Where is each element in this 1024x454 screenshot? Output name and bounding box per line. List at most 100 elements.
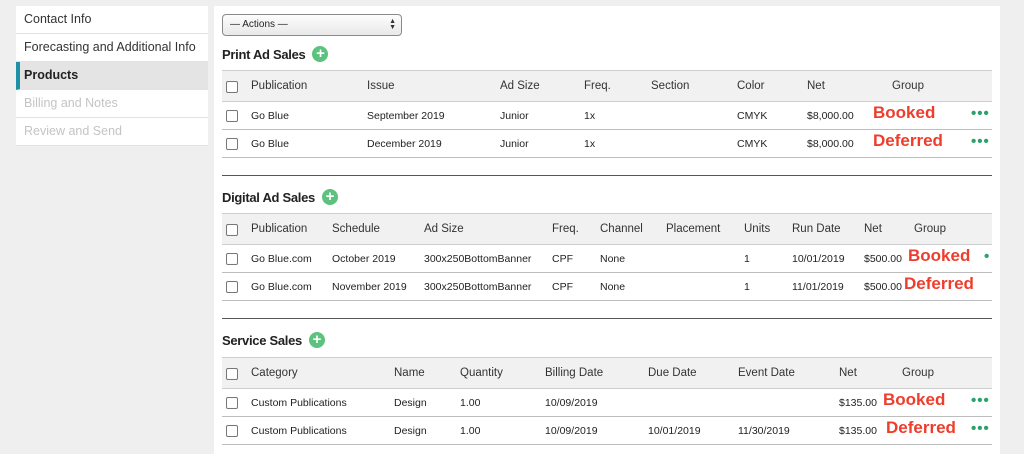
sidebar-item-forecasting[interactable]: Forecasting and Additional Info xyxy=(16,34,208,62)
service-section-header: Service Sales + xyxy=(222,332,325,348)
net-cell: $8,000.00 xyxy=(807,138,854,150)
sidebar-item-billing-notes: Billing and Notes xyxy=(16,90,208,118)
table-header: Publication Schedule Ad Size Freq. Chann… xyxy=(222,213,992,245)
ad-size-cell: Junior xyxy=(500,138,529,150)
quantity-cell: 1.00 xyxy=(460,397,481,409)
group-label: Deferred xyxy=(886,418,956,437)
billing-date-cell: 10/09/2019 xyxy=(545,397,598,409)
plus-circle-icon[interactable]: + xyxy=(321,189,338,205)
column-header: Category xyxy=(251,367,298,379)
row-checkbox[interactable] xyxy=(226,281,238,293)
service-section-title: Service Sales xyxy=(222,332,302,348)
issue-cell: September 2019 xyxy=(367,110,445,122)
select-all-checkbox[interactable] xyxy=(226,81,238,93)
net-cell: $500.00 xyxy=(864,281,902,293)
plus-circle-icon[interactable]: + xyxy=(308,332,325,348)
column-header: Publication xyxy=(251,80,308,92)
name-cell: Design xyxy=(394,397,427,409)
group-label: Booked xyxy=(883,390,946,409)
group-label: Booked xyxy=(908,246,971,265)
column-header: Net xyxy=(864,223,882,235)
ad-size-cell: Junior xyxy=(500,110,529,122)
select-all-checkbox[interactable] xyxy=(226,224,238,236)
billing-date-cell: 10/09/2019 xyxy=(545,425,598,437)
column-header: Freq. xyxy=(552,223,579,235)
more-dots-icon[interactable]: ••• xyxy=(971,133,990,150)
table-row: Go Blue September 2019 Junior 1x CMYK $8… xyxy=(222,102,992,130)
column-header: Issue xyxy=(367,80,395,92)
schedule-cell: October 2019 xyxy=(332,253,396,265)
column-header: Schedule xyxy=(332,223,380,235)
digital-section-header: Digital Ad Sales + xyxy=(222,189,338,205)
sidebar-item-products[interactable]: Products xyxy=(16,62,208,90)
table-row: Go Blue December 2019 Junior 1x CMYK $8,… xyxy=(222,130,992,158)
table-row: Go Blue.com November 2019 300x250BottomB… xyxy=(222,273,992,301)
table-header: Category Name Quantity Billing Date Due … xyxy=(222,357,992,389)
column-header: Quantity xyxy=(460,367,503,379)
freq-cell: CPF xyxy=(552,281,573,293)
main-panel: — Actions — ▲ ▼ Print Ad Sales + Publicat… xyxy=(214,6,1000,454)
quantity-cell: 1.00 xyxy=(460,425,481,437)
select-all-checkbox[interactable] xyxy=(226,368,238,380)
net-cell: $135.00 xyxy=(839,425,877,437)
column-header: Ad Size xyxy=(500,80,540,92)
column-header: Net xyxy=(807,80,825,92)
more-dots-icon[interactable]: ••• xyxy=(971,420,990,437)
section-divider xyxy=(222,175,992,176)
column-header: Group xyxy=(892,80,924,92)
category-cell: Custom Publications xyxy=(251,425,347,437)
freq-cell: 1x xyxy=(584,110,596,122)
actions-dropdown[interactable]: — Actions — ▲ ▼ xyxy=(222,14,402,36)
column-header: Net xyxy=(839,367,857,379)
freq-cell: CPF xyxy=(552,253,573,265)
name-cell: Design xyxy=(394,425,427,437)
row-checkbox[interactable] xyxy=(226,425,238,437)
print-section-header: Print Ad Sales + xyxy=(222,46,329,62)
column-header: Group xyxy=(902,367,934,379)
digital-section-title: Digital Ad Sales xyxy=(222,189,315,205)
column-header: Channel xyxy=(600,223,643,235)
net-cell: $500.00 xyxy=(864,253,902,265)
row-checkbox[interactable] xyxy=(226,397,238,409)
run-date-cell: 10/01/2019 xyxy=(792,253,845,265)
sidebar-item-review-send: Review and Send xyxy=(16,118,208,146)
group-label: Deferred xyxy=(873,131,943,150)
sidebar-item-contact-info[interactable]: Contact Info xyxy=(16,6,208,34)
up-down-arrows-icon: ▲ ▼ xyxy=(389,18,396,31)
service-sales-table: Category Name Quantity Billing Date Due … xyxy=(222,357,992,445)
column-header: Section xyxy=(651,80,690,92)
ad-size-cell: 300x250BottomBanner xyxy=(424,253,532,265)
row-checkbox[interactable] xyxy=(226,253,238,265)
channel-cell: None xyxy=(600,253,626,265)
print-ad-table: Publication Issue Ad Size Freq. Section … xyxy=(222,70,992,158)
print-section-title: Print Ad Sales xyxy=(222,46,306,62)
more-dots-icon[interactable]: ••• xyxy=(971,105,990,122)
publication-cell: Go Blue xyxy=(251,110,289,122)
digital-ad-table: Publication Schedule Ad Size Freq. Chann… xyxy=(222,213,992,301)
column-header: Run Date xyxy=(792,223,841,235)
more-dots-icon[interactable]: • xyxy=(984,248,990,265)
table-row: Custom Publications Design 1.00 10/09/20… xyxy=(222,417,992,445)
column-header: Publication xyxy=(251,223,308,235)
row-checkbox[interactable] xyxy=(226,110,238,122)
column-header: Event Date xyxy=(738,367,795,379)
run-date-cell: 11/01/2019 xyxy=(792,281,844,293)
section-divider xyxy=(222,318,992,319)
more-dots-icon[interactable]: ••• xyxy=(971,392,990,409)
row-checkbox[interactable] xyxy=(226,138,238,150)
net-cell: $8,000.00 xyxy=(807,110,854,122)
channel-cell: None xyxy=(600,281,626,293)
table-header: Publication Issue Ad Size Freq. Section … xyxy=(222,70,992,102)
units-cell: 1 xyxy=(744,281,750,293)
table-row: Go Blue.com October 2019 300x250BottomBa… xyxy=(222,245,992,273)
due-date-cell: 10/01/2019 xyxy=(648,425,701,437)
column-header: Due Date xyxy=(648,367,697,379)
group-label: Booked xyxy=(873,103,936,122)
column-header: Placement xyxy=(666,223,721,235)
publication-cell: Go Blue.com xyxy=(251,253,312,265)
freq-cell: 1x xyxy=(584,138,596,150)
sidebar: Contact Info Forecasting and Additional … xyxy=(16,6,208,146)
plus-circle-icon[interactable]: + xyxy=(312,46,329,62)
column-header: Billing Date xyxy=(545,367,604,379)
group-label: Deferred xyxy=(904,274,974,293)
